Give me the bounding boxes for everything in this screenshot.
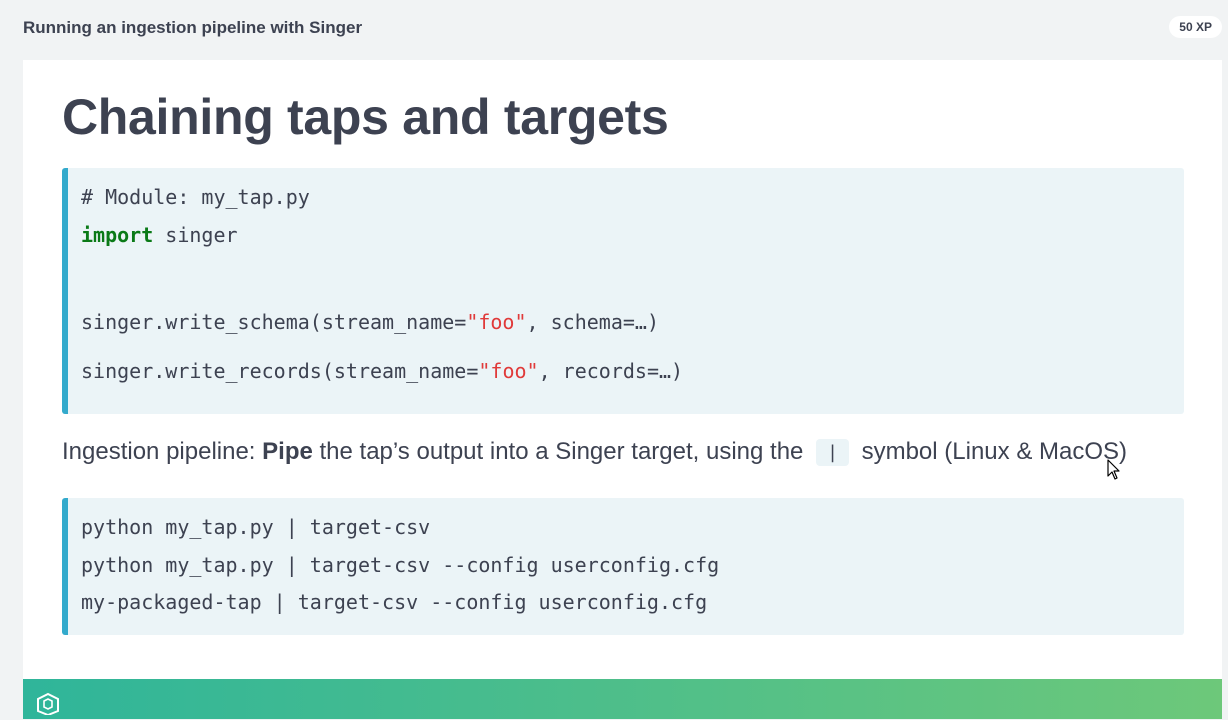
paragraph-text: the tap’s output into a Singer target, u… <box>312 438 811 465</box>
paragraph-text: Ingestion pipeline: <box>62 438 263 465</box>
code-block-pipeline: python my_tap.py | target-csv python my_… <box>62 498 1184 635</box>
pipe-symbol-chip: | <box>816 439 849 467</box>
exercise-title: Running an ingestion pipeline with Singe… <box>23 18 363 37</box>
slide-footer <box>23 679 1222 719</box>
code-string: "foo" <box>478 359 539 383</box>
code-line-write-records: singer.write_records(stream_name="foo", … <box>81 359 683 383</box>
code-text: singer.write_records(stream_name= <box>81 359 479 383</box>
code-string: "foo" <box>466 310 527 334</box>
mouse-cursor-icon <box>1107 459 1121 486</box>
code-text: singer <box>153 223 238 247</box>
code-text: singer.write_schema(stream_name= <box>81 310 467 334</box>
code-line-pipeline-1: python my_tap.py | target-csv <box>81 515 431 539</box>
code-line-comment: # Module: my_tap.py <box>81 185 310 209</box>
paragraph-text: symbol (Linux & MacOS) <box>854 438 1127 465</box>
code-text: , schema=…) <box>526 310 659 334</box>
top-bar: Running an ingestion pipeline with Singe… <box>0 0 1228 58</box>
code-line-pipeline-3: my-packaged-tap | target-csv --config us… <box>81 590 708 614</box>
xp-badge: 50 XP <box>1169 16 1222 38</box>
code-keyword: import <box>81 223 154 247</box>
paragraph-bold: Pipe <box>262 438 313 465</box>
code-line-import: import singer <box>81 223 238 247</box>
code-text: , records=…) <box>538 359 684 383</box>
ingestion-paragraph: Ingestion pipeline: Pipe the tap’s outpu… <box>62 438 1127 467</box>
slide-panel: Chaining taps and targets # Module: my_t… <box>23 60 1222 719</box>
slide-title: Chaining taps and targets <box>62 89 669 145</box>
code-line-write-schema: singer.write_schema(stream_name="foo", s… <box>81 310 659 334</box>
code-line-pipeline-2: python my_tap.py | target-csv --config u… <box>81 553 720 577</box>
code-block-tap: # Module: my_tap.py import singer singer… <box>62 168 1184 414</box>
datacamp-logo-icon <box>35 691 61 720</box>
